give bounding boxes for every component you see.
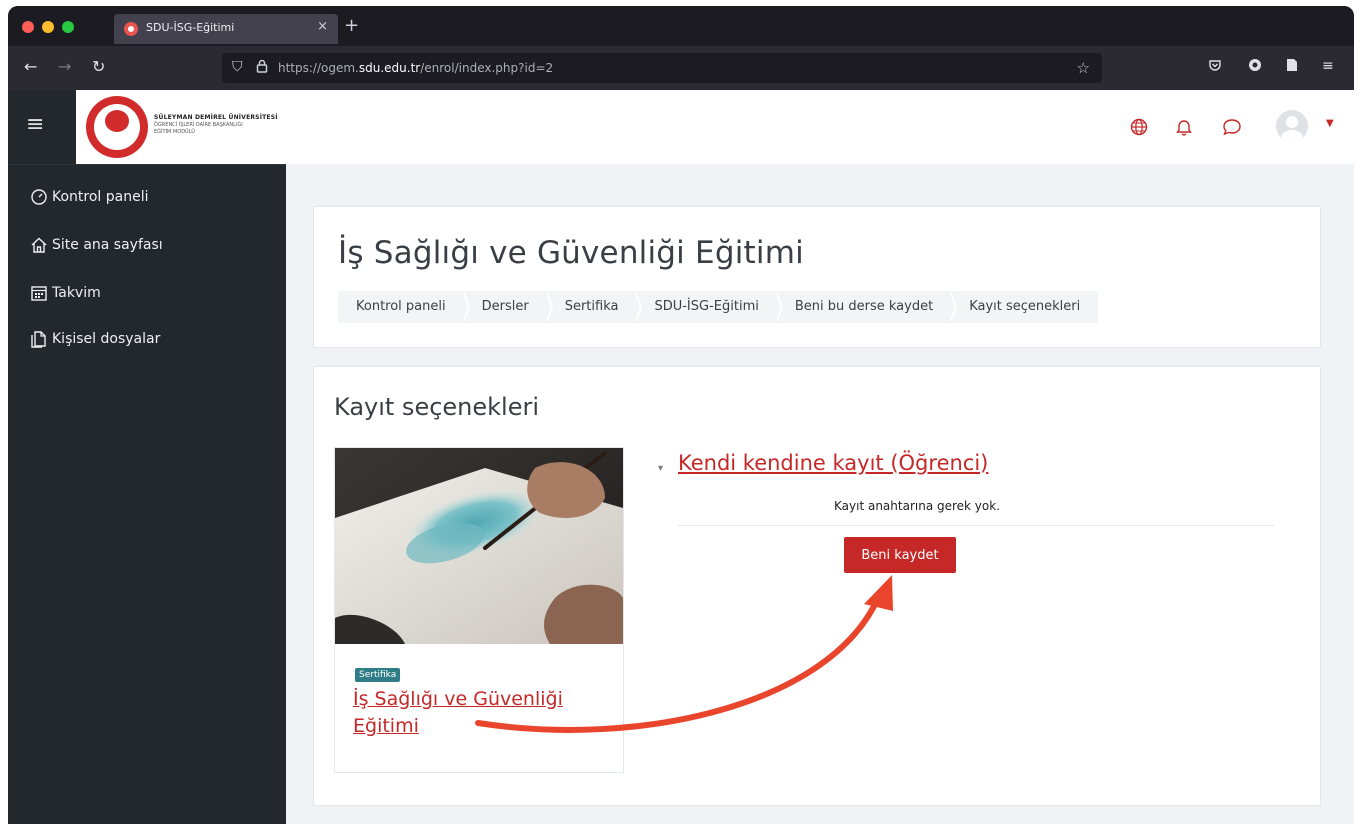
sidebar-item-label: Site ana sayfası: [52, 237, 163, 253]
dashboard-icon: [30, 188, 48, 206]
breadcrumb-item[interactable]: SDU-İSG-Eğitimi: [636, 291, 784, 323]
lock-icon[interactable]: [256, 59, 268, 77]
menu-icon[interactable]: ≡: [1322, 58, 1334, 74]
moodle-site: ≡ SÜLEYMAN DEMİREL ÜNİVERSİTESİ ÖĞRENCİ …: [8, 90, 1354, 824]
reload-icon[interactable]: ↻: [92, 57, 105, 76]
drawer-toggle[interactable]: ≡: [8, 90, 76, 164]
tab-close-button[interactable]: ×: [317, 19, 328, 34]
files-icon: [30, 330, 48, 348]
sidebar-item-label: Kişisel dosyalar: [52, 331, 161, 347]
navigation-bar: ← → ↻ ⛉ https://ogem.sdu.edu.tr/enrol/in…: [8, 46, 1354, 90]
site-logo[interactable]: SÜLEYMAN DEMİREL ÜNİVERSİTESİ ÖĞRENCİ İŞ…: [80, 94, 290, 160]
minimize-window-button[interactable]: [42, 21, 54, 33]
sidebar-item-label: Takvim: [52, 285, 101, 301]
section-title: Kayıt seçenekleri: [334, 393, 540, 421]
pocket-icon[interactable]: [1208, 58, 1222, 76]
breadcrumb-item[interactable]: Beni bu derse kaydet: [777, 291, 958, 323]
back-icon[interactable]: ←: [24, 57, 37, 76]
browser-window: SDU-İSG-Eğitimi × + ← → ↻ ⛉ https://ogem…: [8, 6, 1354, 824]
enrol-me-button[interactable]: Beni kaydet: [844, 537, 956, 573]
enrol-method-title[interactable]: Kendi kendine kayıt (Öğrenci): [678, 451, 988, 475]
logo-line1: SÜLEYMAN DEMİREL ÜNİVERSİTESİ: [154, 114, 278, 121]
page-title: İş Sağlığı ve Güvenliği Eğitimi: [338, 235, 804, 271]
bookmark-star-icon[interactable]: ☆: [1077, 59, 1090, 77]
url-bar[interactable]: ⛉ https://ogem.sdu.edu.tr/enrol/index.ph…: [222, 53, 1102, 83]
collapse-caret-icon[interactable]: ▾: [658, 463, 663, 474]
sidebar-item-home[interactable]: Site ana sayfası: [30, 233, 163, 257]
home-icon: [30, 236, 48, 254]
new-tab-button[interactable]: +: [344, 15, 359, 36]
divider: [678, 525, 1274, 526]
messages-bubble-icon[interactable]: [1222, 118, 1242, 140]
logo-line3: EĞİTİM MODÜLÜ: [154, 129, 195, 135]
course-box: Sertifika İş Sağlığı ve Güvenliği Eğitim…: [334, 447, 624, 773]
sidebar-item-calendar[interactable]: Takvim: [30, 281, 101, 305]
favicon-icon: [124, 22, 138, 36]
tracking-shield-icon[interactable]: ⛉: [232, 59, 243, 75]
site-header: ≡ SÜLEYMAN DEMİREL ÜNİVERSİTESİ ÖĞRENCİ …: [8, 90, 1354, 164]
page-header-card: İş Sağlığı ve Güvenliği Eğitimi Kontrol …: [313, 206, 1321, 348]
university-seal: [86, 96, 148, 158]
nav-drawer: Kontrol paneli Site ana sayfası Takvim K…: [8, 164, 286, 824]
course-image[interactable]: [335, 448, 623, 644]
maximize-window-button[interactable]: [62, 21, 74, 33]
enrol-options-card: Kayıt seçenekleri Sertifika İş Sağlığı v…: [313, 366, 1321, 806]
breadcrumb-item[interactable]: Sertifika: [547, 291, 643, 323]
sidebar-item-label: Kontrol paneli: [52, 189, 149, 205]
course-name-link[interactable]: İş Sağlığı ve Güvenliği Eğitimi: [353, 686, 613, 740]
reader-view-icon[interactable]: [1286, 58, 1298, 76]
forward-icon[interactable]: →: [58, 57, 71, 76]
course-category-badge: Sertifika: [355, 668, 401, 682]
sidebar-item-dashboard[interactable]: Kontrol paneli: [30, 185, 149, 209]
notification-bell-icon[interactable]: [1176, 118, 1192, 140]
breadcrumb-item[interactable]: Dersler: [464, 291, 553, 323]
language-globe-icon[interactable]: [1130, 118, 1148, 140]
enrol-key-note: Kayıt anahtarına gerek yok.: [834, 499, 1001, 513]
breadcrumb-item[interactable]: Kontrol paneli: [338, 291, 470, 323]
calendar-icon: [30, 284, 48, 302]
tab-bar: SDU-İSG-Eğitimi × +: [8, 6, 1354, 46]
account-icon[interactable]: [1248, 58, 1262, 76]
logo-line2: ÖĞRENCİ İŞLERİ DAİRE BAŞKANLIĞI: [154, 122, 243, 128]
breadcrumb: Kontrol paneli Dersler Sertifika SDU-İSG…: [338, 291, 1099, 323]
user-avatar[interactable]: [1276, 110, 1308, 142]
breadcrumb-item-current[interactable]: Kayıt seçenekleri: [951, 291, 1098, 323]
url-text: https://ogem.sdu.edu.tr/enrol/index.php?…: [278, 61, 554, 75]
hamburger-icon[interactable]: ≡: [26, 112, 44, 137]
close-window-button[interactable]: [22, 21, 34, 33]
browser-tab[interactable]: SDU-İSG-Eğitimi ×: [114, 14, 338, 44]
user-menu-caret-icon[interactable]: ▼: [1326, 118, 1334, 129]
sidebar-item-private-files[interactable]: Kişisel dosyalar: [30, 327, 160, 351]
tab-title: SDU-İSG-Eğitimi: [146, 21, 235, 34]
